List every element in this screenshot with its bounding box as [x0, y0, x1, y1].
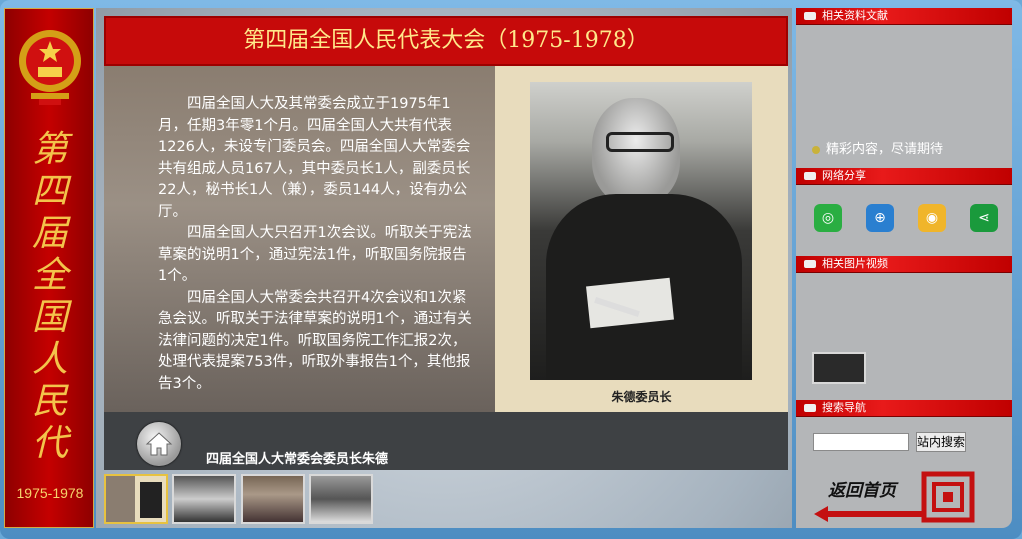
home-icon: [145, 432, 173, 456]
text-panel: 四届全国人大及其常委会成立于1975年1月，任期3年零1个月。四届全国人大共有代…: [104, 66, 495, 412]
pending-notice: 精彩内容，尽请期待: [812, 138, 943, 157]
section-header-network-share: 网络分享: [796, 168, 1012, 185]
title-char: 民: [31, 381, 68, 422]
photo-panel: 朱德委员长: [495, 66, 788, 412]
section-header-search-nav: 搜索导航: [796, 400, 1012, 417]
page-title: 第四届全国人民代表大会（1975-1978）: [243, 28, 649, 53]
home-button[interactable]: [137, 422, 181, 466]
share-icon[interactable]: ⋖: [970, 204, 998, 232]
paragraph: 四届全国人大常委会共召开4次会议和1次紧急会议。听取关于法律草案的说明1个，通过…: [158, 289, 472, 392]
vertical-title: 第 四 届 全 国 人 民 代: [5, 129, 95, 465]
title-char: 第: [31, 129, 68, 170]
section-label: 网络分享: [822, 169, 866, 182]
title-char: 国: [31, 297, 68, 338]
title-char: 全: [31, 255, 68, 296]
video-thumbnail[interactable]: [812, 352, 866, 384]
title-bar: 第四届全国人民代表大会（1975-1978）: [104, 16, 788, 66]
title-char: 代: [31, 423, 68, 464]
pending-text: 精彩内容，尽请期待: [826, 142, 944, 157]
back-home-link[interactable]: 返回首页: [812, 468, 982, 524]
section-label: 相关资料文献: [822, 9, 888, 22]
thumbnail[interactable]: [172, 474, 236, 524]
thumbnail[interactable]: [104, 474, 168, 524]
bullet-icon: [812, 145, 820, 154]
paragraph: 四届全国人大只召开1次会议。听取关于宪法草案的说明1个，通过宪法1件，听取国务院…: [158, 225, 472, 284]
right-sidebar: 相关资料文献 精彩内容，尽请期待 网络分享 ◎ ⊕ ◉ ⋖ 相关图片视频 搜索导…: [796, 8, 1012, 528]
section-header-related-docs: 相关资料文献: [796, 8, 1012, 25]
sina-weibo-icon[interactable]: ◉: [918, 204, 946, 232]
title-char: 届: [31, 213, 68, 254]
search-input[interactable]: [813, 433, 909, 451]
paragraph: 四届全国人大及其常委会成立于1975年1月，任期3年零1个月。四届全国人大共有代…: [158, 96, 471, 220]
national-emblem-icon: [19, 30, 81, 105]
thumbnail[interactable]: [309, 474, 373, 524]
main-content: 第四届全国人民代表大会（1975-1978） 四届全国人大及其常委会成立于197…: [96, 8, 792, 528]
left-banner: 第 四 届 全 国 人 民 代 1975-1978: [4, 8, 94, 528]
back-home-label: 返回首页: [828, 481, 896, 501]
photo-caption: 朱德委员长: [611, 390, 672, 404]
slide-caption: 四届全国人大常委会委员长朱德: [206, 452, 389, 467]
portrait-photo: [530, 82, 752, 380]
title-char: 四: [31, 171, 68, 212]
section-label: 搜索导航: [822, 401, 866, 414]
section-header-related-media: 相关图片视频: [796, 256, 1012, 273]
title-char: 人: [31, 339, 68, 380]
qq-weibo-icon[interactable]: ⊕: [866, 204, 894, 232]
wechat-icon[interactable]: ◎: [814, 204, 842, 232]
years-label: 1975-1978: [16, 485, 84, 501]
site-search-button[interactable]: 站内搜索: [916, 432, 966, 452]
section-label: 相关图片视频: [822, 257, 888, 270]
thumbnail[interactable]: [241, 474, 305, 524]
caption-bar: 四届全国人大常委会委员长朱德: [104, 412, 788, 470]
